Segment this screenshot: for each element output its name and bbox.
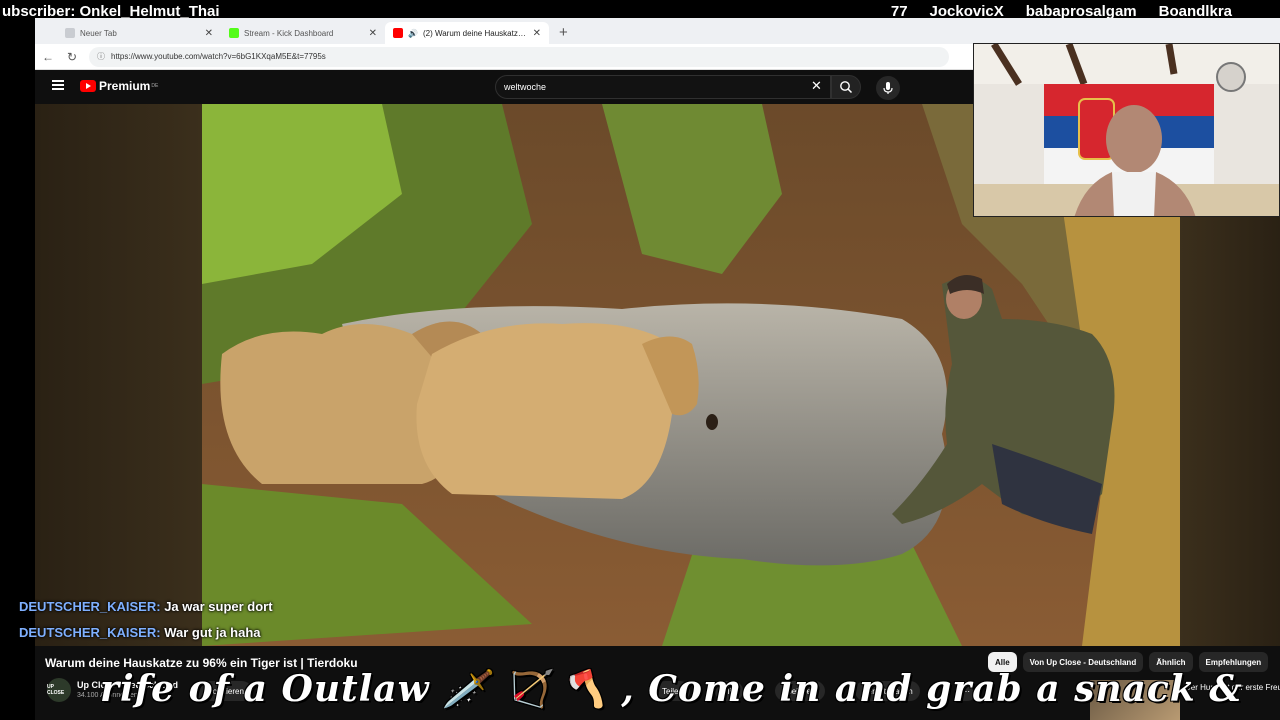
menu-icon[interactable] — [52, 80, 64, 90]
chat-username: DEUTSCHER_KAISER: — [19, 625, 161, 640]
chat-message: DEUTSCHER_KAISER: Ja war super dort — [19, 599, 273, 614]
screen: ubscriber: Onkel_Helmut_Thai 77 Jockovic… — [0, 0, 1280, 720]
channel-avatar[interactable]: UP CLOSE — [47, 678, 71, 702]
site-info-icon[interactable]: ⓘ — [97, 51, 105, 62]
url-text: https://www.youtube.com/watch?v=6bG1KXqa… — [111, 52, 326, 61]
tab-title: Stream - Kick Dashboard — [244, 28, 334, 38]
microphone-icon — [883, 82, 893, 94]
speaker-icon[interactable]: 🔊 — [408, 29, 418, 38]
page-icon — [65, 28, 75, 38]
tab-youtube[interactable]: 🔊 (2) Warum deine Hauskatze z ✕ — [385, 22, 549, 44]
left-strip — [0, 22, 35, 720]
chat-username: DEUTSCHER_KAISER: — [19, 599, 161, 614]
webcam-feed-image — [974, 44, 1279, 216]
search-value: weltwoche — [504, 82, 547, 92]
tab-title: (2) Warum deine Hauskatze z — [422, 28, 528, 38]
chat-text: Ja war super dort — [164, 599, 273, 614]
close-icon[interactable]: ✕ — [369, 28, 377, 39]
webcam-overlay — [973, 43, 1280, 217]
logo-region: DE — [151, 83, 159, 89]
tab-kick-dashboard[interactable]: Stream - Kick Dashboard ✕ — [221, 22, 385, 44]
chat-message: DEUTSCHER_KAISER: War gut ja haha — [19, 625, 261, 640]
new-tab-plus-icon[interactable]: + — [559, 24, 568, 41]
kick-icon — [229, 28, 239, 38]
youtube-logo[interactable]: Premium DE — [80, 79, 158, 93]
close-icon[interactable]: ✕ — [205, 28, 213, 39]
tab-new-tab[interactable]: Neuer Tab ✕ — [57, 22, 221, 44]
voice-search-button[interactable] — [876, 76, 900, 100]
search-input[interactable]: weltwoche — [495, 75, 831, 99]
youtube-icon — [393, 28, 403, 38]
search-icon — [840, 81, 853, 94]
video-blur-left — [35, 104, 202, 646]
tab-bar: Neuer Tab ✕ Stream - Kick Dashboard ✕ 🔊 … — [35, 18, 1280, 44]
logo-text: Premium — [99, 79, 151, 93]
youtube-play-icon — [80, 80, 96, 92]
tab-title: Neuer Tab — [80, 28, 117, 38]
clear-search-icon[interactable]: ✕ — [811, 78, 822, 94]
reload-icon[interactable]: ↻ — [65, 50, 79, 64]
url-field[interactable]: ⓘ https://www.youtube.com/watch?v=6bG1KX… — [89, 46, 949, 67]
close-icon[interactable]: ✕ — [533, 28, 541, 39]
search-button[interactable] — [831, 75, 861, 99]
stream-marquee-text: rife of a Outlaw 🗡️ 🏹 🪓 , Come in and gr… — [100, 668, 1243, 710]
back-arrow-icon[interactable]: ← — [41, 50, 55, 64]
chat-text: War gut ja haha — [164, 625, 261, 640]
